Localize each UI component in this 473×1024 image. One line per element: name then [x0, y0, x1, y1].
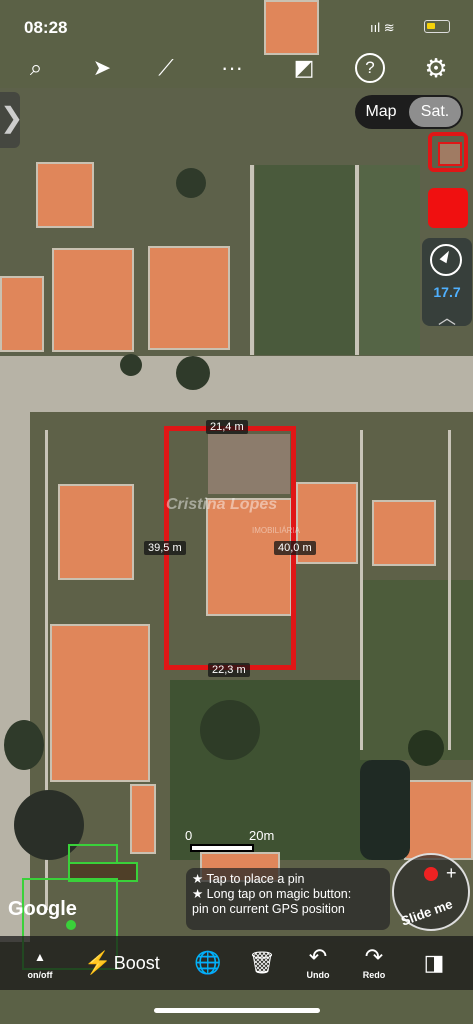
tree [4, 720, 44, 770]
pin-lock-icon: ◨ [423, 950, 445, 975]
wall [355, 165, 359, 355]
hint-line: ★ Tap to place a pin [192, 872, 305, 886]
redo-icon: ↷ [364, 944, 384, 969]
measure-label-bottom: 22,3 m [208, 663, 250, 677]
house-roof [52, 248, 134, 352]
map-scale: 0 20m [185, 828, 305, 852]
redo-button[interactable]: ↷ Redo [354, 936, 394, 990]
signal-icon: ııl ≋ [370, 20, 395, 35]
gps-onoff-button[interactable]: ▲ on/off [18, 936, 62, 990]
road-horizontal [0, 356, 473, 412]
scale-zero: 0 [185, 828, 193, 843]
chevron-up-icon[interactable]: ︿ [422, 304, 472, 330]
slide-me-label: Slide me [399, 896, 455, 929]
road-vertical [0, 412, 30, 942]
map-type-map[interactable]: Map [355, 95, 407, 129]
navigate-icon[interactable]: ➤ [82, 48, 122, 88]
color-fill-button[interactable] [428, 188, 468, 228]
hint-line: pin on current GPS position [192, 902, 345, 916]
compass-widget[interactable]: 17.7 ︿ [422, 238, 472, 328]
measure-label-top: 21,4 m [206, 420, 248, 434]
undo-label: Undo [306, 970, 330, 980]
pool-shadow [360, 760, 410, 860]
gps-arrow-icon: ▲ [34, 950, 46, 964]
watermark: Cristina Lopes [166, 496, 278, 513]
home-indicator [154, 1008, 320, 1013]
ruler-icon[interactable]: ◩ [284, 48, 324, 88]
status-bar: 08:28 ııl ≋ [0, 0, 473, 52]
delete-button[interactable]: 🗑 [242, 936, 282, 990]
measure-label-right: 40,0 m [274, 541, 316, 555]
status-time: 08:28 [24, 18, 68, 37]
google-logo: Google [8, 898, 77, 920]
house-roof [130, 784, 156, 854]
undo-button[interactable]: ↶ Undo [298, 936, 338, 990]
wall [250, 165, 254, 355]
house-roof [36, 162, 94, 228]
slide-me-button[interactable]: + Slide me [392, 853, 470, 931]
trash-icon: 🗑 [248, 950, 276, 975]
help-label: ? [355, 53, 385, 83]
speed-readout: 17.7 [433, 284, 461, 300]
house-roof [58, 484, 134, 580]
house-roof [50, 624, 150, 782]
pin-lock-button[interactable]: ◨ [414, 936, 454, 990]
hint-line: ★ Long tap on magic button: [192, 887, 352, 901]
tree [176, 168, 206, 198]
layer-outline-icon [438, 142, 462, 166]
layer-outline-button[interactable] [428, 132, 468, 172]
tree [408, 730, 444, 766]
house-roof [404, 780, 473, 860]
scale-max: 20m [249, 828, 275, 843]
tree [120, 354, 142, 376]
search-icon[interactable]: ⌕ [16, 48, 56, 88]
globe-button[interactable]: 🌐 [188, 936, 228, 990]
more-icon[interactable]: ··· [212, 48, 252, 88]
map-type-toggle[interactable]: Map Sat. [355, 95, 463, 129]
redo-label: Redo [362, 970, 386, 980]
gear-icon[interactable]: ⚙ [416, 48, 456, 88]
bottom-toolbar: ▲ on/off ⚡ Boost 🌐 🗑 ↶ Undo ↷ Redo ◨ [0, 936, 473, 990]
scale-bar [190, 844, 254, 852]
tree [176, 356, 210, 390]
globe-icon: 🌐 [194, 950, 222, 975]
grass-lot [255, 165, 355, 355]
compass-icon [430, 244, 462, 276]
gps-position-icon [66, 920, 76, 930]
battery-icon [424, 20, 450, 33]
house-roof [148, 246, 230, 350]
hint-box: ★ Tap to place a pin ★ Long tap on magic… [186, 868, 390, 930]
boost-label: Boost [113, 952, 160, 973]
pin-icon [424, 867, 438, 881]
plus-icon: + [446, 863, 457, 883]
watermark-sub: IMOBILIÁRIA [252, 526, 301, 535]
undo-icon: ↶ [308, 944, 328, 969]
boost-button[interactable]: ⚡ Boost [82, 936, 162, 990]
help-icon[interactable]: ? [350, 48, 390, 88]
onoff-label: on/off [27, 970, 53, 980]
house-roof [0, 276, 44, 352]
tree [200, 700, 260, 760]
wall [360, 430, 363, 750]
side-panel-tab[interactable]: ❯ [0, 92, 23, 148]
measure-icon[interactable]: ⟋ [146, 48, 186, 88]
gps-marker-box [68, 844, 118, 864]
bolt-icon: ⚡ [84, 950, 112, 975]
map-type-satellite[interactable]: Sat. [409, 97, 461, 127]
grass-lot [360, 165, 420, 355]
house-roof [372, 500, 436, 566]
wall [448, 430, 451, 750]
top-toolbar: ⌕ ➤ ⟋ ··· ◩ ? ⚙ [0, 48, 473, 88]
measure-label-left: 39,5 m [144, 541, 186, 555]
